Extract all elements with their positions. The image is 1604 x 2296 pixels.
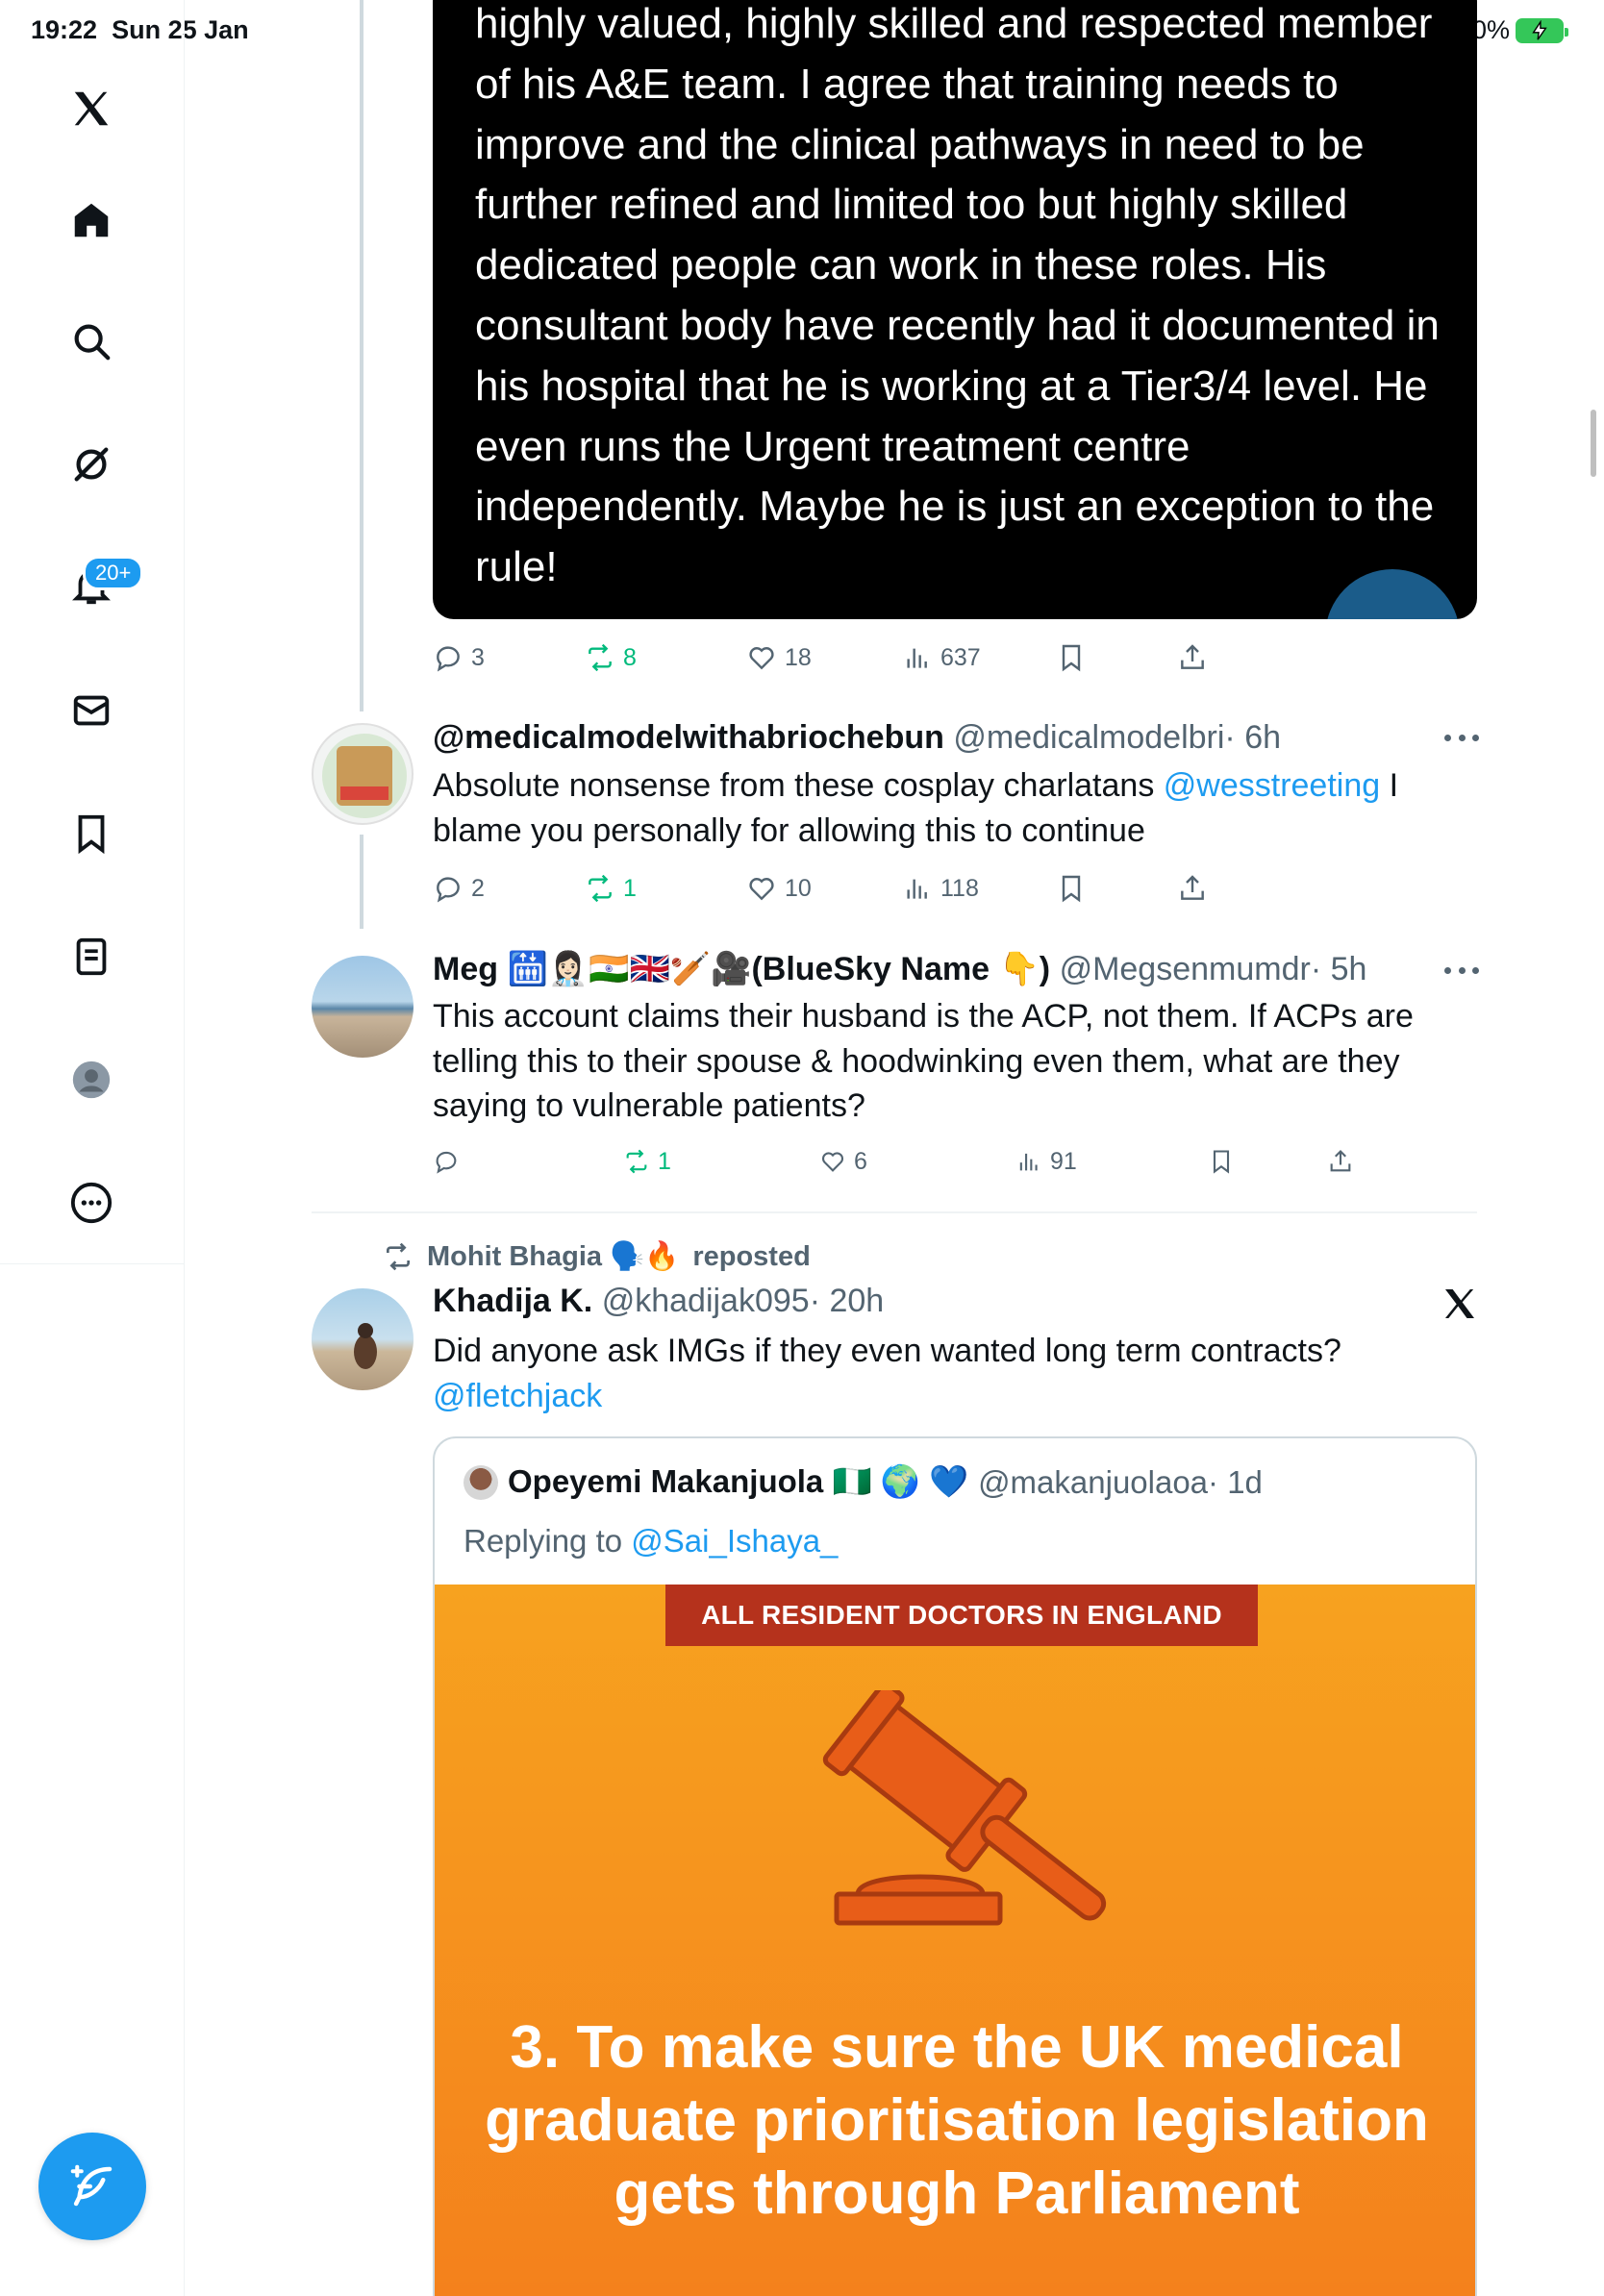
share-button[interactable]: [1327, 1148, 1354, 1175]
grok-icon[interactable]: [63, 437, 119, 492]
like-button[interactable]: 6: [819, 1148, 867, 1176]
bookmark-icon: [1213, 1150, 1230, 1174]
views-icon: [1019, 1153, 1038, 1171]
quoted-screenshot-image[interactable]: highly valued, highly skilled and respec…: [433, 0, 1477, 619]
share-button[interactable]: [1177, 873, 1208, 904]
avatar: [464, 1464, 498, 1500]
share-icon: [1181, 644, 1204, 669]
messages-icon[interactable]: [63, 683, 119, 738]
avatar[interactable]: [312, 1288, 414, 1390]
author-handle[interactable]: @khadijak095: [602, 1283, 810, 1319]
promo-banner: ALL RESIDENT DOCTORS IN ENGLAND: [665, 1585, 1258, 1646]
tweet-time: · 1d: [1208, 1463, 1263, 1500]
gavel-icon: [822, 1690, 1107, 1926]
reply-button[interactable]: [433, 1148, 460, 1175]
x-logo-icon: [1441, 1285, 1479, 1323]
repost-indicator[interactable]: Mohit Bhagia 🗣️🔥 reposted: [383, 1240, 811, 1273]
views-button[interactable]: 118: [902, 873, 979, 904]
tweet-text: Did anyone ask IMGs if they even wanted …: [433, 1333, 1341, 1414]
repost-button[interactable]: 1: [623, 1148, 671, 1176]
bookmark-icon: [1062, 644, 1081, 672]
x-logo-icon[interactable]: [63, 81, 119, 137]
quoted-media-image[interactable]: ALL RESIDENT DOCTORS IN ENGLAND 3. To ma…: [435, 1585, 1475, 2296]
tweet-time[interactable]: · 20h: [810, 1283, 885, 1319]
mention-link[interactable]: @wesstreeting: [1164, 767, 1380, 804]
compose-feather-icon: [70, 2164, 113, 2207]
tweet-time[interactable]: · 5h: [1311, 951, 1367, 987]
search-icon[interactable]: [63, 313, 119, 369]
heart-icon: [749, 878, 774, 901]
lists-icon[interactable]: [63, 929, 119, 985]
author-handle[interactable]: @Megsenmumdr: [1060, 951, 1311, 987]
reply-icon: [437, 877, 460, 903]
tweet-time[interactable]: · 6h: [1224, 719, 1281, 756]
sidebar-divider: [0, 1263, 185, 1264]
more-menu-icon[interactable]: [63, 1175, 119, 1231]
home-icon[interactable]: [63, 192, 119, 248]
bookmarks-icon[interactable]: [63, 806, 119, 861]
compose-post-button[interactable]: [38, 2133, 146, 2240]
reply-icon: [436, 1151, 457, 1174]
share-icon: [1330, 1150, 1351, 1172]
repost-icon: [589, 643, 612, 672]
tweet-text: This account claims their husband is the…: [433, 998, 1414, 1124]
like-button[interactable]: 10: [746, 873, 812, 904]
tweet-text: Absolute nonsense from these cosplay cha…: [433, 767, 1399, 849]
reply-button[interactable]: 3: [433, 642, 485, 673]
tweet-actions: 3 8 18 637: [433, 638, 1481, 677]
quoted-tweet-card[interactable]: Opeyemi Makanjuola 🇳🇬 🌍 💙 @makanjuolaoa ·…: [433, 1436, 1477, 2296]
views-button[interactable]: 637: [902, 642, 981, 673]
bookmark-button[interactable]: [1056, 873, 1087, 904]
author-handle[interactable]: @medicalmodelbri: [953, 719, 1224, 756]
mention-link[interactable]: @Sai_Ishaya_: [631, 1523, 838, 1559]
profile-avatar-icon[interactable]: [63, 1052, 119, 1108]
bookmark-button[interactable]: [1208, 1148, 1235, 1175]
tweet-header: Khadija K. @khadijak095· 20h: [433, 1283, 884, 1320]
reply-button[interactable]: 2: [433, 873, 485, 904]
views-icon: [907, 648, 927, 668]
repost-icon: [589, 874, 612, 903]
reply-icon: [437, 646, 460, 672]
share-button[interactable]: [1177, 642, 1208, 673]
author-name[interactable]: Khadija K.: [433, 1283, 592, 1319]
thread-line: [360, 835, 363, 929]
thread-line: [360, 0, 363, 711]
battery-indicator: 0%: [1472, 15, 1568, 45]
tweet-actions: 1 6 91: [433, 1142, 1481, 1181]
more-options-icon[interactable]: [1444, 967, 1479, 979]
share-icon: [1181, 875, 1204, 900]
sidebar-nav: 20+: [0, 0, 185, 2296]
avatar[interactable]: [312, 723, 414, 825]
battery-charging-icon: [1516, 17, 1568, 43]
repost-button[interactable]: 8: [585, 642, 637, 673]
author-name[interactable]: @medicalmodelwithabriochebun: [433, 719, 944, 756]
promo-headline: 3. To make sure the UK medical graduate …: [485, 2014, 1429, 2227]
screenshot-text: highly valued, highly skilled and respec…: [475, 0, 1440, 591]
tweet-divider: [312, 1211, 1477, 1213]
views-icon: [907, 879, 927, 899]
mention-link[interactable]: @fletchjack: [433, 1378, 602, 1414]
avatar[interactable]: [312, 956, 414, 1058]
scroll-indicator[interactable]: [1591, 410, 1596, 477]
repost-icon: [626, 1149, 647, 1174]
more-options-icon[interactable]: [1444, 735, 1479, 746]
bookmark-icon: [1062, 875, 1081, 903]
quoted-tweet-header: Opeyemi Makanjuola 🇳🇬 🌍 💙 @makanjuolaoa ·…: [464, 1463, 1263, 1501]
author-name[interactable]: Meg 🛗👩🏻‍⚕️🇮🇳🇬🇧🏏🎥(BlueSky Name 👇): [433, 951, 1050, 987]
tweet-actions: 2 1 10 118: [433, 869, 1481, 908]
tweet-header: Meg 🛗👩🏻‍⚕️🇮🇳🇬🇧🏏🎥(BlueSky Name 👇) @Megsen…: [433, 950, 1366, 988]
heart-icon: [749, 647, 774, 670]
heart-icon: [821, 1152, 844, 1172]
notifications-badge: 20+: [83, 556, 144, 590]
like-button[interactable]: 18: [746, 642, 812, 673]
repost-button[interactable]: 1: [585, 873, 637, 904]
views-button[interactable]: 91: [1015, 1148, 1077, 1176]
repost-icon: [387, 1242, 410, 1271]
author-name: Opeyemi Makanjuola 🇳🇬 🌍 💙: [508, 1463, 969, 1499]
replying-to: Replying to @Sai_Ishaya_: [464, 1523, 839, 1559]
tweet-header: @medicalmodelwithabriochebun @medicalmod…: [433, 719, 1281, 757]
author-handle: @makanjuolaoa: [978, 1463, 1209, 1500]
bookmark-button[interactable]: [1056, 642, 1087, 673]
